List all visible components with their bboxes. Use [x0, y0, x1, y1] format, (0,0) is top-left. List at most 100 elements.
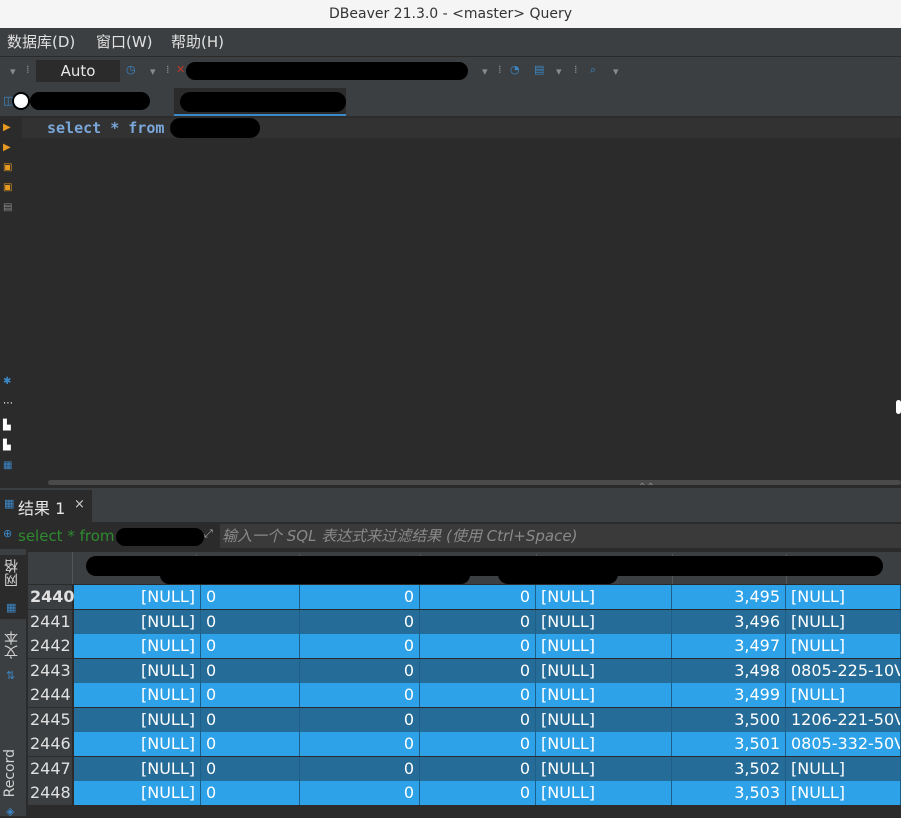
expand-icon[interactable]: ⤢ — [204, 527, 213, 541]
table-cell[interactable]: 0 — [300, 634, 420, 658]
dropdown-arrow-icon[interactable]: ▾ — [482, 65, 488, 78]
record-view-tab[interactable]: Record ◈ — [0, 745, 26, 818]
table-cell[interactable]: 3,501 — [672, 732, 786, 756]
row-number[interactable]: 2441 — [28, 609, 72, 634]
table-cell[interactable]: [NULL] — [74, 707, 201, 732]
editor-horizontal-scrollbar[interactable] — [48, 480, 901, 485]
table-cell[interactable]: 0 — [300, 585, 420, 609]
table-cell[interactable]: 0 — [300, 683, 420, 707]
table-cell[interactable]: 3,502 — [672, 756, 786, 781]
table-cell[interactable]: [NULL] — [536, 658, 672, 683]
table-cell[interactable]: [NULL] — [536, 683, 672, 707]
table-cell[interactable]: 0 — [420, 609, 536, 634]
table-cell[interactable]: 0 — [201, 732, 300, 756]
more-icon[interactable]: ⋯ — [3, 398, 13, 410]
resize-handle-icon[interactable]: ⌃⌃ — [638, 482, 655, 493]
table-cell[interactable]: 3,498 — [672, 658, 786, 683]
table-cell[interactable]: 3,497 — [672, 634, 786, 658]
filter-input[interactable]: 输入一个 SQL 表达式来过滤结果 (使用 Ctrl+Space) — [220, 524, 901, 548]
table-cell[interactable]: [NULL] — [786, 683, 901, 707]
table-cell[interactable]: [NULL] — [786, 609, 901, 634]
row-number[interactable]: 2443 — [28, 658, 72, 683]
table-row[interactable]: 2441 [NULL] 0 0 0 [NULL] 3,496 [NULL] — [28, 609, 901, 634]
table-cell[interactable]: 0 — [420, 634, 536, 658]
history-icon[interactable]: ◷ — [126, 63, 136, 76]
transaction-mode-button[interactable]: Auto — [36, 60, 120, 82]
table-cell[interactable]: [NULL] — [74, 683, 201, 707]
table-cell[interactable]: 0 — [300, 609, 420, 634]
execute-script-new-tabs-icon[interactable]: ▣ — [3, 182, 13, 194]
table-cell[interactable]: [NULL] — [74, 609, 201, 634]
table-cell[interactable]: 0 — [201, 634, 300, 658]
table-cell[interactable]: [NULL] — [536, 609, 672, 634]
table-cell[interactable]: 0 — [300, 707, 420, 732]
table-cell[interactable]: 0 — [420, 585, 536, 609]
table-cell[interactable]: 0 — [201, 756, 300, 781]
datasource-icon[interactable]: ✕ — [176, 63, 185, 76]
explain-plan-icon[interactable]: ▤ — [3, 202, 13, 214]
search-icon[interactable]: ⌕ — [590, 63, 596, 77]
table-cell[interactable]: [NULL] — [786, 634, 901, 658]
table-cell[interactable]: 0 — [420, 707, 536, 732]
execute-script-icon[interactable]: ▣ — [3, 162, 13, 174]
table-cell[interactable]: 0 — [420, 683, 536, 707]
table-cell[interactable]: [NULL] — [74, 658, 201, 683]
table-cell[interactable]: [NULL] — [536, 781, 672, 805]
filter-query-text[interactable]: select * from — [18, 527, 115, 545]
menu-help[interactable]: 帮助(H) — [171, 28, 224, 56]
table-cell[interactable]: 0 — [300, 732, 420, 756]
table-cell[interactable]: 0 — [201, 683, 300, 707]
row-number[interactable]: 2448 — [28, 781, 72, 805]
table-cell[interactable]: 3,500 — [672, 707, 786, 732]
table-cell[interactable]: [NULL] — [786, 756, 901, 781]
table-cell[interactable]: 3,495 — [672, 585, 786, 609]
table-cell[interactable]: 0 — [201, 658, 300, 683]
row-number[interactable]: 2446 — [28, 732, 72, 756]
dropdown-arrow-icon[interactable]: ▾ — [613, 65, 619, 78]
table-cell[interactable]: 0 — [420, 732, 536, 756]
row-number[interactable]: 2445 — [28, 707, 72, 732]
table-cell[interactable]: 0 — [420, 781, 536, 805]
table-cell[interactable]: 1206-221-50V- — [786, 707, 901, 732]
table-row[interactable]: 2448 [NULL] 0 0 0 [NULL] 3,503 [NULL] — [28, 781, 901, 805]
row-number-header[interactable] — [28, 552, 73, 584]
settings-icon[interactable]: ✱ — [3, 376, 13, 388]
row-number[interactable]: 2447 — [28, 756, 72, 781]
sql-text[interactable]: select * from — [47, 118, 164, 138]
table-cell[interactable]: [NULL] — [536, 732, 672, 756]
table-cell[interactable]: [NULL] — [536, 634, 672, 658]
table-cell[interactable]: [NULL] — [74, 781, 201, 805]
export-icon[interactable]: ▙ — [3, 420, 13, 432]
row-number[interactable]: 2444 — [28, 683, 72, 707]
table-row[interactable]: 2443 [NULL] 0 0 0 [NULL] 3,498 0805-225-10V- — [28, 658, 901, 683]
results-tab[interactable]: ▦ 结果 1 × — [0, 490, 92, 522]
dropdown-arrow-icon[interactable]: ▾ — [10, 65, 16, 78]
table-cell[interactable]: 0 — [420, 756, 536, 781]
table-cell[interactable]: 0 — [300, 781, 420, 805]
dropdown-arrow-icon[interactable]: ▾ — [556, 65, 562, 78]
table-cell[interactable]: 0 — [300, 658, 420, 683]
table-row[interactable]: 2442 [NULL] 0 0 0 [NULL] 3,497 [NULL] — [28, 634, 901, 658]
table-cell[interactable]: [NULL] — [74, 585, 201, 609]
print-icon[interactable]: ▤ — [534, 63, 544, 76]
table-cell[interactable]: [NULL] — [536, 756, 672, 781]
table-cell[interactable]: 0805-225-10V- — [786, 658, 901, 683]
table-row[interactable]: 2444 [NULL] 0 0 0 [NULL] 3,499 [NULL] — [28, 683, 901, 707]
row-number[interactable]: 2440 — [28, 585, 75, 609]
vertical-scroll-marker[interactable] — [896, 400, 901, 414]
table-cell[interactable]: [NULL] — [536, 707, 672, 732]
table-cell[interactable]: [NULL] — [74, 732, 201, 756]
text-view-tab[interactable]: 文本 ⇅ — [0, 627, 26, 687]
table-cell[interactable]: 0 — [201, 585, 300, 609]
table-cell[interactable]: 0 — [201, 609, 300, 634]
table-row[interactable]: 2445 [NULL] 0 0 0 [NULL] 3,500 1206-221-50V- — [28, 707, 901, 732]
table-cell[interactable]: [NULL] — [786, 585, 901, 609]
table-cell[interactable]: 0 — [420, 658, 536, 683]
format-icon[interactable]: ▦ — [3, 460, 13, 472]
table-row[interactable]: 2447 [NULL] 0 0 0 [NULL] 3,502 [NULL] — [28, 756, 901, 781]
table-cell[interactable]: 0 — [300, 756, 420, 781]
execute-statement-icon[interactable]: ▶ — [3, 122, 13, 134]
table-row[interactable]: 2446 [NULL] 0 0 0 [NULL] 3,501 0805-332-50V- — [28, 732, 901, 756]
menu-window[interactable]: 窗口(W) — [96, 28, 153, 56]
table-cell[interactable]: [NULL] — [786, 781, 901, 805]
